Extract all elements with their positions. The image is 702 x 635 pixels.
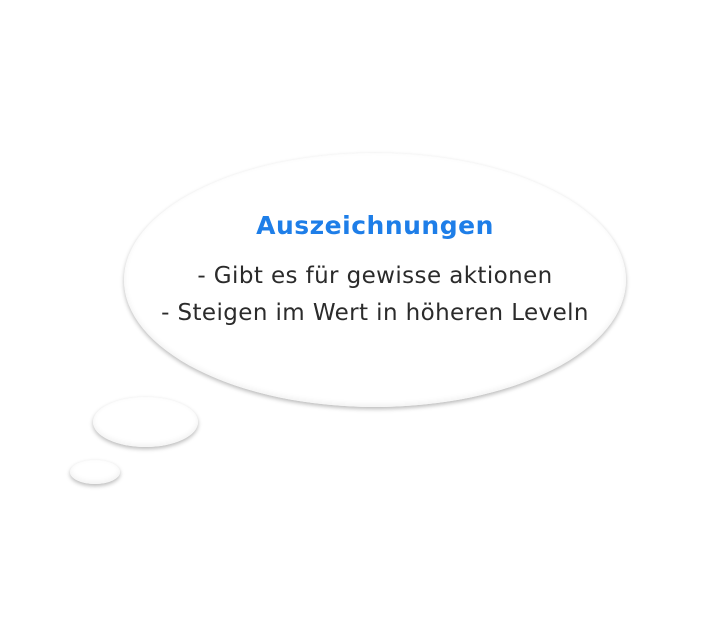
- bubble-line: - Steigen im Wert in höheren Leveln: [161, 300, 589, 326]
- canvas: Auszeichnungen - Gibt es für gewisse akt…: [0, 0, 702, 635]
- thought-bubble-content: Auszeichnungen - Gibt es für gewisse akt…: [124, 153, 626, 407]
- bubble-title: Auszeichnungen: [256, 211, 494, 240]
- bubble-line: - Gibt es für gewisse aktionen: [197, 263, 553, 289]
- thought-bubble-trail-small: [70, 460, 120, 484]
